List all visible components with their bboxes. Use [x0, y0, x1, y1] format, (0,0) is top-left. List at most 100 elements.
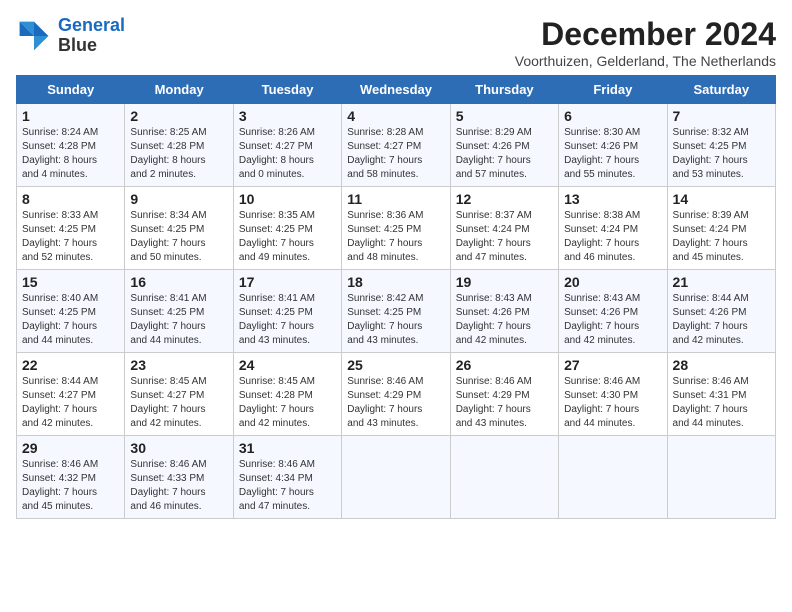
day-number: 3 — [239, 108, 336, 124]
day-number: 29 — [22, 440, 119, 456]
day-number: 6 — [564, 108, 661, 124]
calendar-cell: 29 Sunrise: 8:46 AM Sunset: 4:32 PM Dayli… — [17, 436, 125, 519]
day-number: 31 — [239, 440, 336, 456]
logo: General Blue — [16, 16, 125, 56]
day-number: 4 — [347, 108, 444, 124]
day-info: Sunrise: 8:35 AM Sunset: 4:25 PM Dayligh… — [239, 209, 336, 265]
header-tuesday: Tuesday — [233, 76, 341, 104]
day-info: Sunrise: 8:33 AM Sunset: 4:25 PM Dayligh… — [22, 209, 119, 265]
calendar-cell: 6 Sunrise: 8:30 AM Sunset: 4:26 PM Daylig… — [559, 104, 667, 187]
calendar-cell: 19 Sunrise: 8:43 AM Sunset: 4:26 PM Dayli… — [450, 270, 558, 353]
logo-text: General Blue — [58, 16, 125, 56]
calendar-cell: 28Sunrise: 8:46 AM Sunset: 4:31 PM Dayli… — [667, 353, 775, 436]
calendar-cell: 17 Sunrise: 8:41 AM Sunset: 4:25 PM Dayli… — [233, 270, 341, 353]
day-number: 27 — [564, 357, 661, 373]
day-number: 16 — [130, 274, 227, 290]
calendar-cell: 10 Sunrise: 8:35 AM Sunset: 4:25 PM Dayli… — [233, 187, 341, 270]
day-info: Sunrise: 8:43 AM Sunset: 4:26 PM Dayligh… — [564, 292, 661, 348]
day-number: 14 — [673, 191, 770, 207]
calendar-cell: 16Sunrise: 8:41 AM Sunset: 4:25 PM Dayli… — [125, 270, 233, 353]
header-sunday: Sunday — [17, 76, 125, 104]
calendar-cell: 9Sunrise: 8:34 AM Sunset: 4:25 PM Daylig… — [125, 187, 233, 270]
calendar-header-row: SundayMondayTuesdayWednesdayThursdayFrid… — [17, 76, 776, 104]
day-number: 22 — [22, 357, 119, 373]
day-info: Sunrise: 8:32 AM Sunset: 4:25 PM Dayligh… — [673, 126, 770, 182]
day-number: 13 — [564, 191, 661, 207]
title-area: December 2024 Voorthuizen, Gelderland, T… — [515, 16, 776, 69]
day-info: Sunrise: 8:46 AM Sunset: 4:30 PM Dayligh… — [564, 375, 661, 431]
calendar-week-row: 8Sunrise: 8:33 AM Sunset: 4:25 PM Daylig… — [17, 187, 776, 270]
logo-line2: Blue — [58, 36, 125, 56]
calendar-cell: 5Sunrise: 8:29 AM Sunset: 4:26 PM Daylig… — [450, 104, 558, 187]
calendar-cell: 26 Sunrise: 8:46 AM Sunset: 4:29 PM Dayli… — [450, 353, 558, 436]
day-info: Sunrise: 8:24 AM Sunset: 4:28 PM Dayligh… — [22, 126, 119, 182]
logo-line1: General — [58, 15, 125, 35]
day-info: Sunrise: 8:45 AM Sunset: 4:27 PM Dayligh… — [130, 375, 227, 431]
day-info: Sunrise: 8:46 AM Sunset: 4:34 PM Dayligh… — [239, 458, 336, 514]
calendar-week-row: 1 Sunrise: 8:24 AM Sunset: 4:28 PM Daylig… — [17, 104, 776, 187]
calendar-week-row: 29 Sunrise: 8:46 AM Sunset: 4:32 PM Dayli… — [17, 436, 776, 519]
day-info: Sunrise: 8:37 AM Sunset: 4:24 PM Dayligh… — [456, 209, 553, 265]
day-info: Sunrise: 8:46 AM Sunset: 4:29 PM Dayligh… — [347, 375, 444, 431]
calendar-cell: 25 Sunrise: 8:46 AM Sunset: 4:29 PM Dayli… — [342, 353, 450, 436]
month-title: December 2024 — [515, 16, 776, 53]
day-info: Sunrise: 8:46 AM Sunset: 4:29 PM Dayligh… — [456, 375, 553, 431]
calendar-cell: 27 Sunrise: 8:46 AM Sunset: 4:30 PM Dayli… — [559, 353, 667, 436]
calendar-cell — [450, 436, 558, 519]
header: General Blue December 2024 Voorthuizen, … — [16, 16, 776, 69]
calendar-cell: 11 Sunrise: 8:36 AM Sunset: 4:25 PM Dayli… — [342, 187, 450, 270]
day-info: Sunrise: 8:30 AM Sunset: 4:26 PM Dayligh… — [564, 126, 661, 182]
calendar-cell: 8Sunrise: 8:33 AM Sunset: 4:25 PM Daylig… — [17, 187, 125, 270]
day-info: Sunrise: 8:44 AM Sunset: 4:27 PM Dayligh… — [22, 375, 119, 431]
header-monday: Monday — [125, 76, 233, 104]
calendar-cell: 4 Sunrise: 8:28 AM Sunset: 4:27 PM Daylig… — [342, 104, 450, 187]
day-number: 11 — [347, 191, 444, 207]
header-thursday: Thursday — [450, 76, 558, 104]
day-number: 19 — [456, 274, 553, 290]
day-number: 26 — [456, 357, 553, 373]
day-info: Sunrise: 8:44 AM Sunset: 4:26 PM Dayligh… — [673, 292, 770, 348]
calendar-week-row: 22 Sunrise: 8:44 AM Sunset: 4:27 PM Dayli… — [17, 353, 776, 436]
calendar-cell — [667, 436, 775, 519]
day-info: Sunrise: 8:28 AM Sunset: 4:27 PM Dayligh… — [347, 126, 444, 182]
day-number: 30 — [130, 440, 227, 456]
calendar-cell: 30 Sunrise: 8:46 AM Sunset: 4:33 PM Dayli… — [125, 436, 233, 519]
day-info: Sunrise: 8:46 AM Sunset: 4:33 PM Dayligh… — [130, 458, 227, 514]
day-info: Sunrise: 8:34 AM Sunset: 4:25 PM Dayligh… — [130, 209, 227, 265]
day-number: 2 — [130, 108, 227, 124]
calendar-cell: 1 Sunrise: 8:24 AM Sunset: 4:28 PM Daylig… — [17, 104, 125, 187]
day-info: Sunrise: 8:26 AM Sunset: 4:27 PM Dayligh… — [239, 126, 336, 182]
calendar-cell: 12 Sunrise: 8:37 AM Sunset: 4:24 PM Dayli… — [450, 187, 558, 270]
day-number: 24 — [239, 357, 336, 373]
day-number: 21 — [673, 274, 770, 290]
day-info: Sunrise: 8:39 AM Sunset: 4:24 PM Dayligh… — [673, 209, 770, 265]
day-number: 23 — [130, 357, 227, 373]
calendar-week-row: 15Sunrise: 8:40 AM Sunset: 4:25 PM Dayli… — [17, 270, 776, 353]
calendar-cell: 23 Sunrise: 8:45 AM Sunset: 4:27 PM Dayli… — [125, 353, 233, 436]
day-number: 25 — [347, 357, 444, 373]
day-info: Sunrise: 8:41 AM Sunset: 4:25 PM Dayligh… — [239, 292, 336, 348]
day-number: 7 — [673, 108, 770, 124]
day-number: 1 — [22, 108, 119, 124]
day-number: 17 — [239, 274, 336, 290]
day-number: 20 — [564, 274, 661, 290]
day-number: 10 — [239, 191, 336, 207]
day-info: Sunrise: 8:46 AM Sunset: 4:32 PM Dayligh… — [22, 458, 119, 514]
calendar-cell: 14 Sunrise: 8:39 AM Sunset: 4:24 PM Dayli… — [667, 187, 775, 270]
calendar-cell: 2Sunrise: 8:25 AM Sunset: 4:28 PM Daylig… — [125, 104, 233, 187]
day-info: Sunrise: 8:40 AM Sunset: 4:25 PM Dayligh… — [22, 292, 119, 348]
day-number: 12 — [456, 191, 553, 207]
header-saturday: Saturday — [667, 76, 775, 104]
calendar-cell: 22 Sunrise: 8:44 AM Sunset: 4:27 PM Dayli… — [17, 353, 125, 436]
calendar-cell: 18 Sunrise: 8:42 AM Sunset: 4:25 PM Dayli… — [342, 270, 450, 353]
day-number: 18 — [347, 274, 444, 290]
calendar-cell: 21 Sunrise: 8:44 AM Sunset: 4:26 PM Dayli… — [667, 270, 775, 353]
day-info: Sunrise: 8:43 AM Sunset: 4:26 PM Dayligh… — [456, 292, 553, 348]
day-info: Sunrise: 8:29 AM Sunset: 4:26 PM Dayligh… — [456, 126, 553, 182]
day-info: Sunrise: 8:42 AM Sunset: 4:25 PM Dayligh… — [347, 292, 444, 348]
header-friday: Friday — [559, 76, 667, 104]
day-info: Sunrise: 8:38 AM Sunset: 4:24 PM Dayligh… — [564, 209, 661, 265]
header-wednesday: Wednesday — [342, 76, 450, 104]
calendar-cell: 24Sunrise: 8:45 AM Sunset: 4:28 PM Dayli… — [233, 353, 341, 436]
day-info: Sunrise: 8:36 AM Sunset: 4:25 PM Dayligh… — [347, 209, 444, 265]
